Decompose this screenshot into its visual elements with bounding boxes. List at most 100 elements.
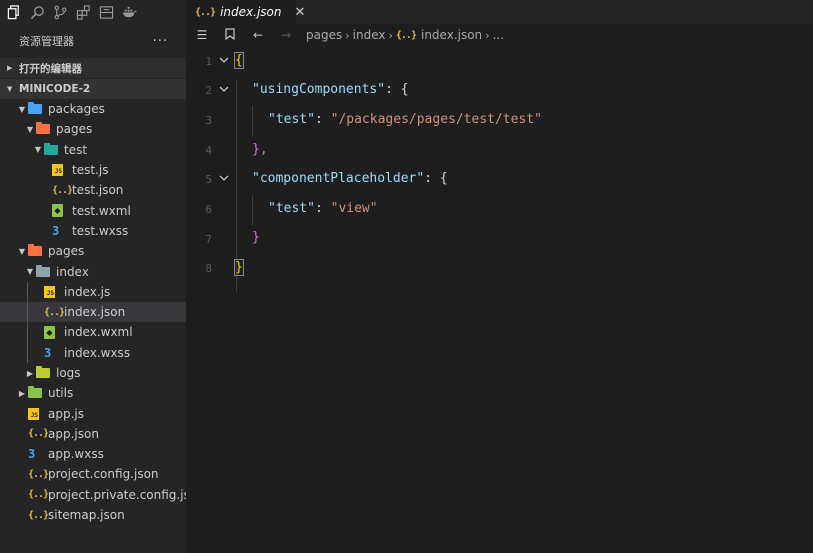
tab-title: index.json — [220, 5, 282, 19]
chevron-right-icon: › — [388, 28, 393, 42]
tree-folder[interactable]: ▶ logs — [0, 363, 186, 383]
gutter-line: 8 — [186, 254, 813, 284]
folder-icon — [28, 386, 44, 400]
tree-item-label: app.wxss — [48, 447, 104, 462]
css-file-icon: 3 — [52, 223, 60, 238]
tree-folder[interactable]: ▼ pages — [0, 241, 186, 261]
list-icon[interactable]: ☰ — [194, 28, 210, 42]
explorer-icon[interactable] — [6, 4, 22, 20]
code-editor[interactable]: 1 2 3 4 5 6 7 8 { "usingComponents": { "test": … — [186, 46, 813, 553]
line-number: 3 — [205, 113, 212, 127]
tree-file[interactable]: 3 app.wxss — [0, 444, 186, 464]
breadcrumb-item[interactable]: index.json — [421, 28, 482, 42]
css-file-icon: 3 — [28, 447, 36, 462]
gutter-line: 4 — [186, 135, 813, 165]
fold-chevron-icon[interactable] — [212, 174, 236, 185]
tree-item-label: sitemap.json — [48, 508, 125, 523]
tree-item-label: utils — [48, 386, 74, 401]
close-icon[interactable]: ✕ — [294, 5, 305, 20]
tree-item-label: test.wxss — [72, 223, 129, 238]
folder-icon — [36, 264, 52, 279]
tree-item-label: index — [56, 264, 89, 279]
breadcrumb: ☰ ← → pages › index › {..} index.json › … — [186, 24, 813, 46]
js-file-icon: JS — [52, 163, 68, 177]
tree-file[interactable]: JS test.js — [0, 160, 186, 180]
folder-icon — [28, 244, 44, 258]
code-line-1: { — [234, 52, 244, 69]
css-file-icon: 3 — [44, 345, 52, 360]
chevron-right-icon: › — [345, 28, 350, 42]
back-arrow-icon[interactable]: ← — [250, 28, 266, 42]
open-editors-section[interactable]: ▶ 打开的编辑器 — [0, 58, 186, 78]
tree-file[interactable]: {..} sitemap.json — [0, 505, 186, 525]
tree-item-label: logs — [56, 366, 81, 380]
tree-item-label: test.wxml — [72, 203, 131, 218]
activity-bar — [0, 0, 186, 24]
json-file-icon: {..} — [52, 184, 73, 196]
chevron-down-icon: ▼ — [26, 267, 34, 277]
gutter-line: 7 — [186, 224, 813, 254]
tree-file[interactable]: {..} project.private.config.js... — [0, 485, 186, 505]
indent-guide — [252, 106, 253, 136]
tree-folder[interactable]: ▼ index — [0, 261, 186, 281]
json-file-icon: {..} — [28, 489, 49, 501]
tree-item-label: test — [64, 142, 88, 157]
fold-chevron-icon[interactable] — [212, 56, 236, 67]
tree-folder[interactable]: ▼ packages — [0, 99, 186, 119]
tree-file[interactable]: ◆ test.wxml — [0, 200, 186, 220]
json-file-icon: {..} — [28, 428, 49, 440]
tree-file[interactable]: {..} test.json — [0, 180, 186, 200]
tree-file[interactable]: {..} app.json — [0, 424, 186, 444]
tree-file[interactable]: JS app.js — [0, 403, 186, 423]
breadcrumb-item[interactable]: index — [353, 28, 386, 42]
folder-icon — [44, 142, 60, 157]
explorer-header: 资源管理器 ··· — [0, 24, 186, 58]
chevron-right-icon: ▶ — [18, 388, 26, 398]
search-icon[interactable] — [29, 4, 45, 20]
json-file-icon: {..} — [28, 468, 49, 480]
json-file-icon: {..} — [44, 306, 65, 318]
json-file-icon: {..} — [28, 509, 49, 521]
tree-folder[interactable]: ▼ pages — [0, 119, 186, 139]
chevron-down-icon: ▼ — [7, 85, 13, 93]
tree-item-label: test.js — [72, 163, 109, 178]
extensions-icon[interactable] — [75, 4, 91, 20]
line-number: 8 — [205, 262, 212, 276]
js-file-icon: JS — [28, 407, 44, 421]
folder-icon — [28, 102, 44, 116]
chevron-right-icon: ▶ — [26, 368, 34, 378]
chevron-down-icon: ▼ — [18, 246, 26, 256]
breadcrumb-item[interactable]: ... — [493, 28, 504, 42]
fold-chevron-icon[interactable] — [212, 85, 236, 96]
tab-index-json[interactable]: {..} index.json ✕ — [186, 0, 305, 24]
folder-icon — [36, 366, 52, 380]
more-actions-icon[interactable]: ··· — [153, 34, 168, 49]
source-control-icon[interactable] — [52, 4, 68, 20]
tree-folder[interactable]: ▶ utils — [0, 383, 186, 403]
line-number: 5 — [205, 173, 212, 187]
wxml-file-icon: ◆ — [44, 325, 60, 339]
tree-item-label: pages — [56, 122, 93, 137]
breadcrumb-item[interactable]: pages — [306, 28, 342, 42]
line-number: 7 — [205, 232, 212, 246]
bookmark-icon[interactable] — [222, 27, 238, 43]
tree-indent-guide — [27, 281, 28, 363]
project-label: MINICODE-2 — [19, 83, 91, 95]
line-number: 2 — [205, 84, 212, 98]
tree-file[interactable]: 3 test.wxss — [0, 221, 186, 241]
forward-arrow-icon[interactable]: → — [278, 28, 294, 42]
tree-folder[interactable]: ▼ test — [0, 140, 186, 160]
tree-item-label: project.private.config.js... — [48, 487, 186, 502]
line-number: 6 — [205, 203, 212, 216]
project-section[interactable]: ▼ MINICODE-2 — [0, 79, 186, 99]
json-icon: {..} — [195, 6, 216, 18]
remote-explorer-icon[interactable] — [98, 4, 114, 20]
wxml-file-icon: ◆ — [52, 204, 68, 218]
explorer-title: 资源管理器 — [19, 35, 74, 48]
line-number: 1 — [205, 54, 212, 68]
tree-item-label: project.config.json — [48, 467, 159, 482]
docker-icon[interactable] — [121, 4, 137, 20]
tree-item-label: pages — [48, 244, 85, 259]
tree-file[interactable]: {..} project.config.json — [0, 464, 186, 484]
tree-item-label: packages — [48, 102, 105, 117]
